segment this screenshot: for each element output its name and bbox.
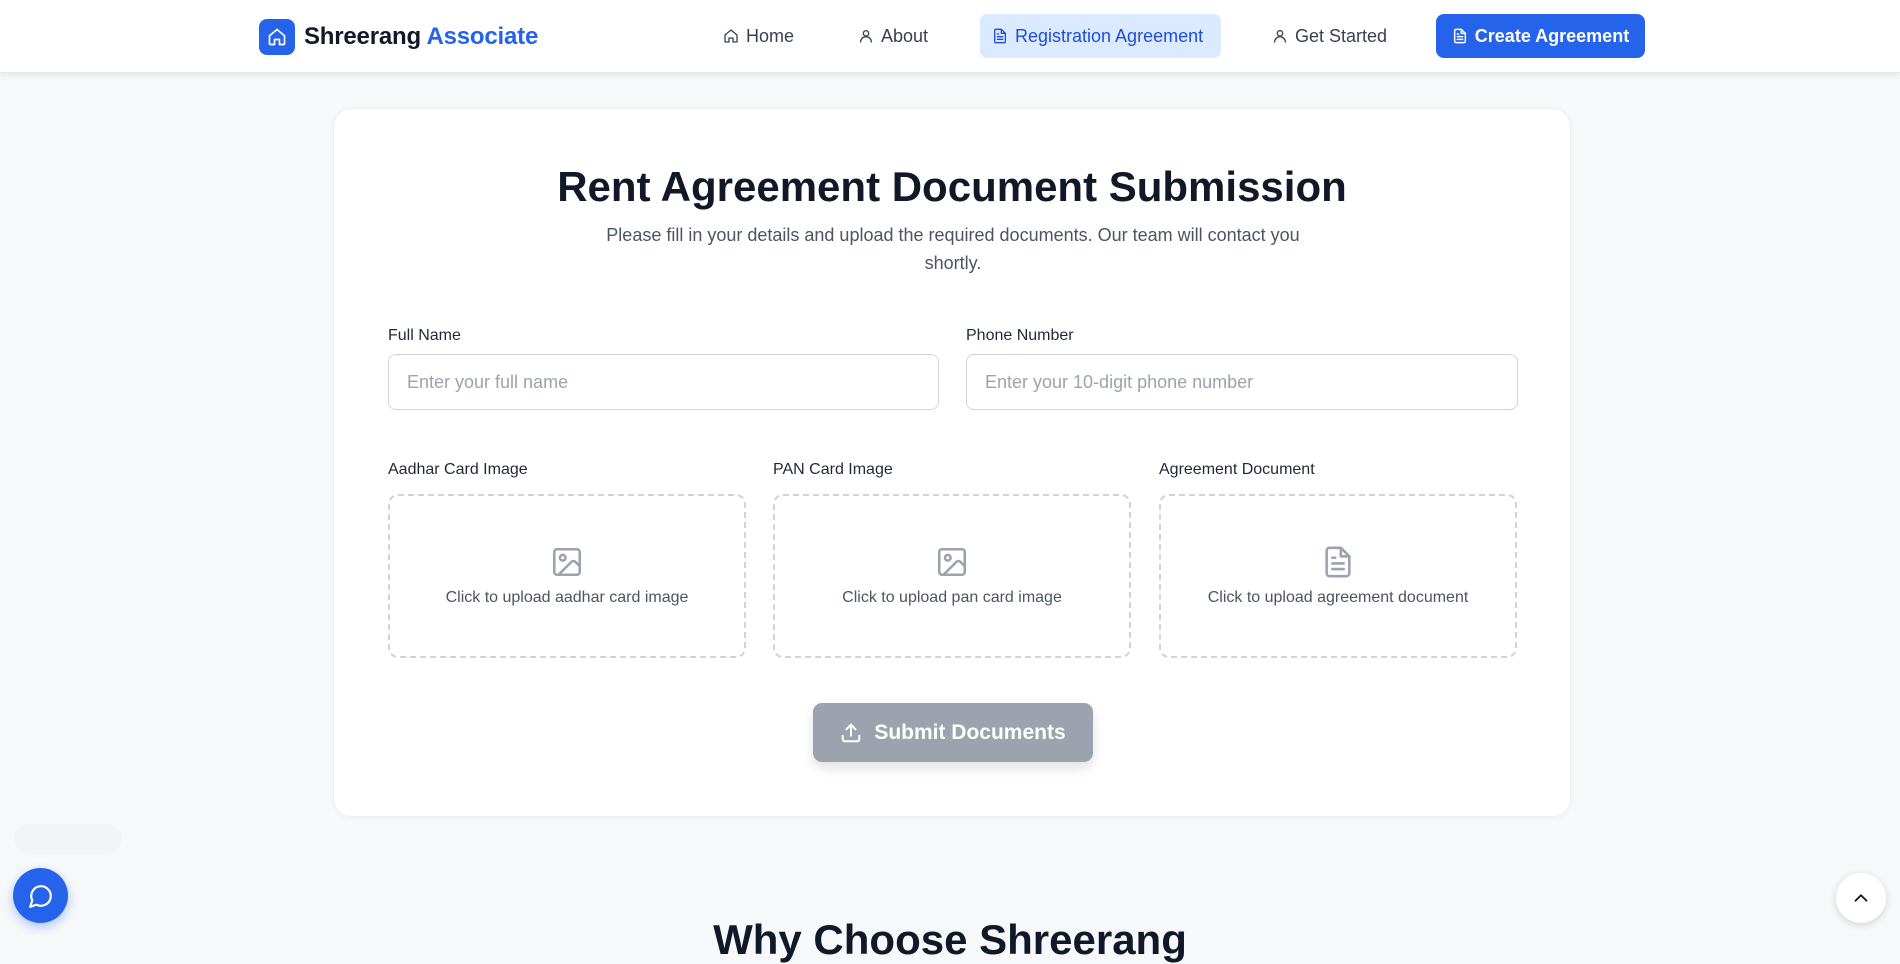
page-subtitle: Please fill in your details and upload t… (606, 225, 1300, 273)
create-agreement-button[interactable]: Create Agreement (1436, 14, 1645, 58)
nav-get-started[interactable]: Get Started (1260, 14, 1399, 58)
chat-button[interactable] (13, 868, 68, 923)
agreement-document-label: Agreement Document (1159, 461, 1315, 478)
nav-home[interactable]: Home (711, 14, 806, 58)
chat-tooltip-chip (14, 824, 122, 854)
pan-card-upload-text: Click to upload pan card image (842, 589, 1062, 606)
document-submission-card: Rent Agreement Document Submission Pleas… (333, 108, 1571, 817)
why-choose-heading: Why Choose Shreerang (713, 916, 1187, 963)
submit-documents-button[interactable]: Submit Documents (813, 703, 1093, 762)
user-icon (860, 30, 872, 43)
nav-get-started-label: Get Started (1295, 25, 1388, 46)
document-icon (994, 28, 1006, 44)
document-icon (1453, 28, 1466, 44)
home-icon (259, 19, 295, 55)
create-agreement-label: Create Agreement (1474, 25, 1630, 46)
scroll-to-top-button[interactable] (1836, 873, 1886, 923)
pan-card-upload[interactable]: Click to upload pan card image (773, 494, 1131, 658)
submit-documents-label: Submit Documents (874, 720, 1066, 744)
home-icon (724, 29, 738, 43)
agreement-document-upload[interactable]: Click to upload agreement document (1159, 494, 1517, 658)
image-icon (552, 547, 582, 577)
aadhar-card-upload[interactable]: Click to upload aadhar card image (388, 494, 746, 658)
image-icon (937, 547, 967, 577)
pan-card-label: PAN Card Image (773, 461, 893, 478)
chat-icon (28, 884, 52, 908)
full-name-input[interactable] (388, 354, 939, 410)
phone-number-label: Phone Number (966, 327, 1074, 344)
aadhar-card-upload-text: Click to upload aadhar card image (445, 589, 689, 606)
agreement-document-upload-text: Click to upload agreement document (1207, 589, 1469, 606)
nav-about[interactable]: About (846, 14, 940, 58)
chevron-up-icon (1854, 894, 1868, 902)
brand-logo-link[interactable]: Shreerang Associate (259, 18, 538, 56)
nav-registration-agreement-label: Registration Agreement (1015, 25, 1204, 46)
nav-about-label: About (881, 25, 929, 46)
aadhar-card-label: Aadhar Card Image (388, 461, 528, 478)
phone-number-input[interactable] (966, 354, 1518, 410)
nav-home-label: Home (746, 25, 795, 46)
page-title: Rent Agreement Document Submission (557, 163, 1347, 210)
full-name-label: Full Name (388, 327, 461, 344)
upload-icon (842, 723, 861, 742)
site-header: Shreerang Associate Home About Registrat… (0, 0, 1900, 73)
nav-registration-agreement[interactable]: Registration Agreement (980, 14, 1221, 58)
user-icon (1274, 30, 1286, 43)
brand-name: Shreerang Associate (304, 23, 538, 51)
file-text-icon (1325, 546, 1351, 578)
brand-name-accent: Associate (426, 23, 539, 50)
brand-name-primary: Shreerang (304, 23, 421, 50)
